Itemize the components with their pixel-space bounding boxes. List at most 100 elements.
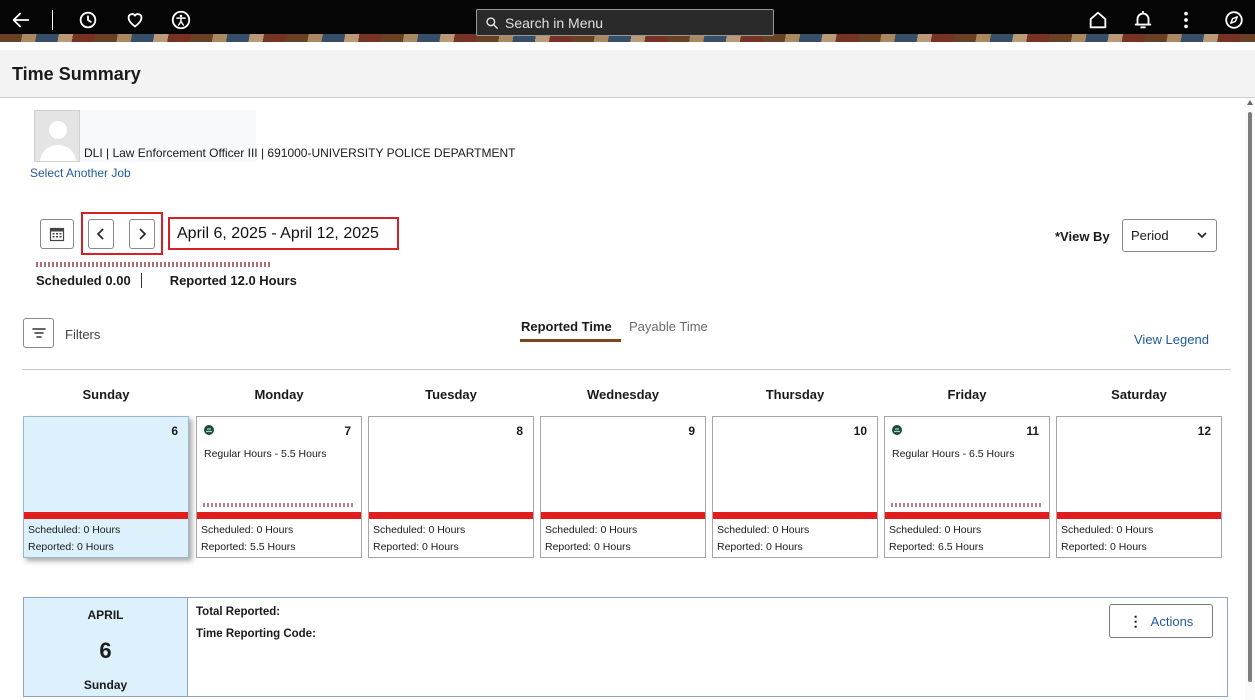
calendar-button[interactable] bbox=[40, 219, 74, 249]
previous-period-button[interactable] bbox=[88, 219, 114, 249]
total-reported-label: Total Reported: bbox=[196, 606, 281, 618]
calendar-icon bbox=[49, 227, 65, 242]
day-cell-thursday[interactable]: 10 Scheduled: 0 Hours Reported: 0 Hours bbox=[712, 416, 878, 558]
view-by-label: *View By bbox=[1055, 229, 1110, 244]
day-cell-sunday[interactable]: 6 Scheduled: 0 Hours Reported: 0 Hours bbox=[23, 416, 189, 558]
day-status-bar bbox=[885, 512, 1049, 519]
history-clock-icon bbox=[79, 11, 97, 29]
day-reported: Reported: 0 Hours bbox=[717, 541, 803, 553]
scheduled-label: Scheduled bbox=[36, 273, 102, 288]
notifications-bell-icon bbox=[1134, 10, 1152, 29]
filter-icon bbox=[31, 328, 46, 338]
more-options-icon bbox=[1184, 11, 1188, 29]
navigator-button[interactable] bbox=[1219, 6, 1249, 34]
next-period-button[interactable] bbox=[129, 219, 155, 249]
day-number: 7 bbox=[344, 424, 351, 438]
day-scheduled: Scheduled: 0 Hours bbox=[717, 524, 810, 536]
back-button[interactable] bbox=[6, 6, 36, 34]
day-status-bar bbox=[369, 512, 533, 519]
detail-date-block: APRIL 6 Sunday bbox=[24, 598, 188, 696]
day-header-sunday: Sunday bbox=[82, 387, 130, 402]
home-icon bbox=[1089, 11, 1107, 29]
period-progress-dots bbox=[36, 262, 272, 267]
day-reported: Reported: 0 Hours bbox=[28, 541, 114, 553]
day-scheduled: Scheduled: 0 Hours bbox=[201, 524, 294, 536]
tab-payable-time[interactable]: Payable Time bbox=[629, 319, 708, 334]
day-cell-tuesday[interactable]: 8 Scheduled: 0 Hours Reported: 0 Hours bbox=[368, 416, 534, 558]
day-scheduled: Scheduled: 0 Hours bbox=[373, 524, 466, 536]
back-arrow-icon bbox=[12, 12, 30, 28]
more-options-button[interactable] bbox=[1171, 6, 1201, 34]
day-status-bar bbox=[24, 512, 188, 519]
day-detail-panel: APRIL 6 Sunday Total Reported: Time Repo… bbox=[23, 597, 1228, 697]
accessibility-button[interactable] bbox=[166, 6, 196, 34]
reported-value: 12.0 Hours bbox=[230, 273, 297, 288]
accessibility-icon bbox=[171, 10, 191, 30]
navigator-compass-icon bbox=[1225, 11, 1243, 29]
day-scheduled: Scheduled: 0 Hours bbox=[1061, 524, 1154, 536]
notifications-button[interactable] bbox=[1128, 6, 1158, 34]
day-reported: Reported: 5.5 Hours bbox=[201, 541, 296, 553]
scrollbar-thumb[interactable] bbox=[1248, 112, 1252, 682]
home-button[interactable] bbox=[1083, 6, 1113, 34]
favorites-heart-icon bbox=[127, 13, 143, 28]
day-number: 8 bbox=[516, 424, 523, 438]
select-another-job-link[interactable]: Select Another Job bbox=[30, 166, 131, 180]
active-tab-indicator bbox=[520, 339, 621, 342]
reported-time-icon bbox=[204, 425, 214, 435]
view-legend-link[interactable]: View Legend bbox=[1134, 332, 1209, 347]
scheduled-value: 0.00 bbox=[105, 273, 131, 288]
chevron-left-icon bbox=[96, 228, 104, 240]
day-progress-dots bbox=[891, 503, 1041, 507]
chevron-right-icon bbox=[139, 228, 147, 240]
period-summary: Scheduled 0.00 Reported 12.0 Hours bbox=[36, 273, 297, 288]
day-status-bar bbox=[197, 512, 361, 519]
day-header-tuesday: Tuesday bbox=[425, 387, 477, 402]
vertical-scrollbar[interactable] bbox=[1245, 98, 1255, 700]
recent-places-button[interactable] bbox=[73, 6, 103, 34]
day-header-monday: Monday bbox=[254, 387, 304, 402]
avatar bbox=[34, 110, 80, 162]
day-cell-monday[interactable]: 7 Regular Hours - 5.5 Hours Scheduled: 0… bbox=[196, 416, 362, 558]
day-reported: Reported: 6.5 Hours bbox=[889, 541, 984, 553]
detail-day-number: 6 bbox=[99, 638, 112, 663]
tab-reported-time[interactable]: Reported Time bbox=[521, 319, 612, 334]
page-title-bar: Time Summary bbox=[0, 50, 1255, 98]
page-title: Time Summary bbox=[12, 64, 141, 84]
favorites-button[interactable] bbox=[120, 6, 150, 34]
chevron-down-icon bbox=[1197, 232, 1207, 239]
day-time-entry[interactable]: Regular Hours - 5.5 Hours bbox=[204, 448, 327, 460]
day-cell-saturday[interactable]: 12 Scheduled: 0 Hours Reported: 0 Hours bbox=[1056, 416, 1222, 558]
view-by-selected: Period bbox=[1131, 228, 1169, 243]
job-description: DLI | Law Enforcement Officer III | 6910… bbox=[84, 146, 516, 160]
day-cell-friday[interactable]: 11 Regular Hours - 6.5 Hours Scheduled: … bbox=[884, 416, 1050, 558]
day-cell-wednesday[interactable]: 9 Scheduled: 0 Hours Reported: 0 Hours bbox=[540, 416, 706, 558]
actions-button[interactable]: ⋮ Actions bbox=[1109, 604, 1213, 638]
day-status-bar bbox=[713, 512, 877, 519]
day-header-thursday: Thursday bbox=[765, 387, 825, 402]
filters-button[interactable] bbox=[23, 318, 54, 348]
day-header-friday: Friday bbox=[947, 387, 987, 402]
day-reported: Reported: 0 Hours bbox=[545, 541, 631, 553]
menu-search-box[interactable] bbox=[476, 9, 774, 36]
search-icon bbox=[486, 16, 498, 29]
day-number: 6 bbox=[171, 424, 178, 438]
day-reported: Reported: 0 Hours bbox=[373, 541, 459, 553]
day-number: 12 bbox=[1197, 424, 1211, 438]
detail-month: APRIL bbox=[87, 608, 124, 622]
day-scheduled: Scheduled: 0 Hours bbox=[889, 524, 982, 536]
period-date-range: April 6, 2025 - April 12, 2025 bbox=[168, 217, 399, 250]
day-progress-dots bbox=[203, 503, 353, 507]
day-time-entry[interactable]: Regular Hours - 6.5 Hours bbox=[892, 448, 1015, 460]
day-status-bar bbox=[1057, 512, 1221, 519]
section-divider bbox=[22, 369, 1231, 370]
scroll-up-icon[interactable] bbox=[1247, 100, 1253, 105]
day-header-wednesday: Wednesday bbox=[586, 387, 659, 402]
kebab-icon: ⋮ bbox=[1128, 612, 1143, 629]
search-input[interactable] bbox=[505, 14, 765, 31]
day-header-saturday: Saturday bbox=[1111, 387, 1167, 402]
actions-label: Actions bbox=[1150, 613, 1194, 629]
filters-label[interactable]: Filters bbox=[65, 327, 100, 342]
time-reporting-code-label: Time Reporting Code: bbox=[196, 628, 316, 640]
view-by-select[interactable]: Period bbox=[1122, 219, 1217, 252]
